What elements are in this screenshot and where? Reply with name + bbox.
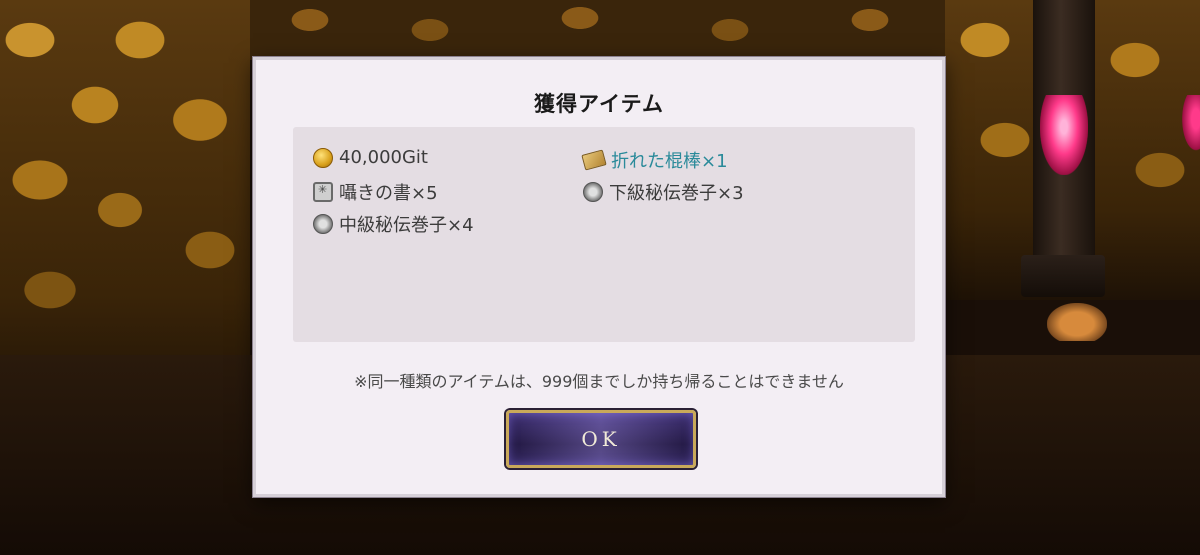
pillar-base (1021, 255, 1105, 297)
item-limit-notice: ※同一種類のアイテムは、999個までしか持ち帰ることはできません (354, 372, 844, 391)
item-label: 中級秘伝巻子×4 (339, 215, 474, 236)
item-acquired-dialog: 獲得アイテム 40,000Git 折れた棍棒×1 囁きの書×5 下級秘伝巻子×3… (253, 57, 945, 497)
pink-torch-flame-icon (1180, 95, 1200, 155)
scroll-icon (583, 182, 603, 202)
broken-club-icon (581, 149, 607, 171)
item-entry: 40,000Git (313, 147, 428, 168)
scroll-icon (313, 214, 333, 234)
item-entry: 折れた棍棒×1 (581, 147, 728, 173)
items-panel: 40,000Git 折れた棍棒×1 囁きの書×5 下級秘伝巻子×3 中級秘伝巻子… (293, 127, 915, 342)
book-icon (313, 182, 333, 202)
item-entry: 下級秘伝巻子×3 (583, 179, 744, 205)
item-label: 折れた棍棒×1 (611, 151, 728, 172)
pink-torch-flame-icon (1040, 95, 1088, 175)
item-label: 下級秘伝巻子×3 (609, 183, 744, 204)
ok-button-label: OK (581, 427, 621, 451)
dialog-title: 獲得アイテム (534, 91, 664, 116)
item-label: 40,000Git (339, 147, 428, 168)
item-entry: 囁きの書×5 (313, 179, 438, 205)
coin-icon (313, 147, 333, 168)
item-label: 囁きの書×5 (339, 183, 438, 204)
item-entry: 中級秘伝巻子×4 (313, 211, 474, 237)
stone-wall-top (250, 0, 950, 60)
ok-button[interactable]: OK (506, 410, 696, 468)
sleeping-cat-sprite (1047, 303, 1107, 341)
